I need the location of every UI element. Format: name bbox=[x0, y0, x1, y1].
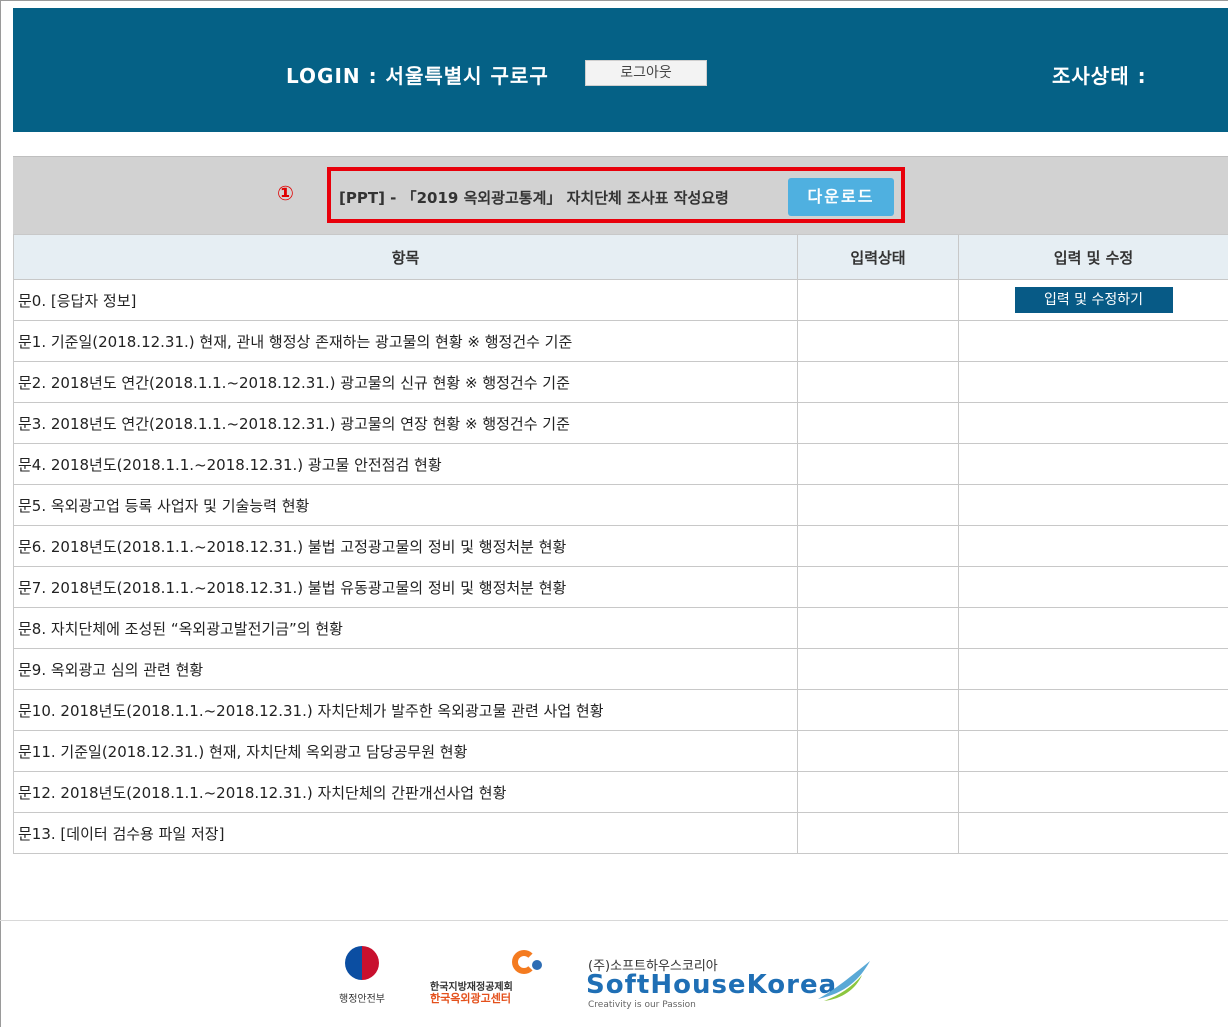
table-row: 문9. 옥외광고 심의 관련 현황 bbox=[13, 648, 1228, 690]
ppt-notice-text: [PPT] - 「2019 옥외광고통계」 자치단체 조사표 작성요령 bbox=[339, 189, 729, 207]
table-row: 문12. 2018년도(2018.1.1.~2018.12.31.) 자치단체의… bbox=[13, 771, 1228, 813]
row-action bbox=[958, 443, 1228, 485]
table-row: 문4. 2018년도(2018.1.1.~2018.12.31.) 광고물 안전… bbox=[13, 443, 1228, 485]
row-label: 문0. [응답자 정보] bbox=[13, 279, 798, 321]
row-label: 문9. 옥외광고 심의 관련 현황 bbox=[13, 648, 798, 690]
row-label: 문5. 옥외광고업 등록 사업자 및 기술능력 현황 bbox=[13, 484, 798, 526]
row-label: 문1. 기준일(2018.12.31.) 현재, 관내 행정상 존재하는 광고물… bbox=[13, 320, 798, 362]
header-item: 항목 bbox=[13, 234, 798, 280]
ministry-logo-caption: 행정안전부 bbox=[339, 994, 385, 1005]
advertising-center-line2: 한국옥외광고센터 bbox=[430, 992, 511, 1005]
footer-divider bbox=[0, 920, 1228, 921]
row-action: 입력 및 수정하기 bbox=[958, 279, 1228, 321]
notice-row: ① [PPT] - 「2019 옥외광고통계」 자치단체 조사표 작성요령 다운… bbox=[13, 156, 1228, 234]
row-status bbox=[797, 607, 959, 649]
row-label: 문11. 기준일(2018.12.31.) 현재, 자치단체 옥외광고 담당공무… bbox=[13, 730, 798, 772]
row-action bbox=[958, 525, 1228, 567]
row-label: 문3. 2018년도 연간(2018.1.1.~2018.12.31.) 광고물… bbox=[13, 402, 798, 444]
ministry-logo: 행정안전부 bbox=[332, 946, 392, 1016]
row-status bbox=[797, 566, 959, 608]
row-label: 문2. 2018년도 연간(2018.1.1.~2018.12.31.) 광고물… bbox=[13, 361, 798, 403]
row-status bbox=[797, 812, 959, 854]
row-label: 문10. 2018년도(2018.1.1.~2018.12.31.) 자치단체가… bbox=[13, 689, 798, 731]
row-label: 문13. [데이터 검수용 파일 저장] bbox=[13, 812, 798, 854]
row-action bbox=[958, 689, 1228, 731]
table-row: 문6. 2018년도(2018.1.1.~2018.12.31.) 불법 고정광… bbox=[13, 525, 1228, 567]
row-status bbox=[797, 361, 959, 403]
login-label: LOGIN : 서울특별시 구로구 bbox=[286, 64, 549, 88]
table-row: 문11. 기준일(2018.12.31.) 현재, 자치단체 옥외광고 담당공무… bbox=[13, 730, 1228, 772]
ministry-emblem-icon bbox=[345, 946, 379, 980]
row-action bbox=[958, 771, 1228, 813]
header-input-edit: 입력 및 수정 bbox=[958, 234, 1228, 280]
survey-table-section: ① [PPT] - 「2019 옥외광고통계」 자치단체 조사표 작성요령 다운… bbox=[13, 156, 1228, 854]
row-label: 문4. 2018년도(2018.1.1.~2018.12.31.) 광고물 안전… bbox=[13, 443, 798, 485]
table-row: 문5. 옥외광고업 등록 사업자 및 기술능력 현황 bbox=[13, 484, 1228, 526]
softhousekorea-slogan: Creativity is our Passion bbox=[588, 1000, 696, 1010]
row-status bbox=[797, 402, 959, 444]
row-action bbox=[958, 648, 1228, 690]
table-header-row: 항목 입력상태 입력 및 수정 bbox=[13, 234, 1228, 280]
header-input-status: 입력상태 bbox=[797, 234, 959, 280]
row-action bbox=[958, 566, 1228, 608]
row-status bbox=[797, 730, 959, 772]
advertising-center-dot-icon bbox=[532, 960, 542, 970]
table-row: 문7. 2018년도(2018.1.1.~2018.12.31.) 불법 유동광… bbox=[13, 566, 1228, 608]
table-row: 문8. 자치단체에 조성된 “옥외광고발전기금”의 현황 bbox=[13, 607, 1228, 649]
row-action bbox=[958, 607, 1228, 649]
advertising-center-logo: 한국지방재정공제회 한국옥외광고센터 bbox=[428, 946, 548, 1016]
table-row: 문0. [응답자 정보] 입력 및 수정하기 bbox=[13, 279, 1228, 321]
annotation-number: ① bbox=[277, 181, 294, 205]
logout-button[interactable]: 로그아웃 bbox=[585, 60, 707, 86]
download-button[interactable]: 다운로드 bbox=[788, 178, 894, 216]
row-status bbox=[797, 648, 959, 690]
edit-button[interactable]: 입력 및 수정하기 bbox=[1014, 287, 1173, 313]
row-action bbox=[958, 320, 1228, 362]
table-row: 문1. 기준일(2018.12.31.) 현재, 관내 행정상 존재하는 광고물… bbox=[13, 320, 1228, 362]
row-action bbox=[958, 402, 1228, 444]
row-label: 문12. 2018년도(2018.1.1.~2018.12.31.) 자치단체의… bbox=[13, 771, 798, 813]
table-row: 문10. 2018년도(2018.1.1.~2018.12.31.) 자치단체가… bbox=[13, 689, 1228, 731]
row-action bbox=[958, 812, 1228, 854]
softhousekorea-logo: (주)소프트하우스코리아 SoftHouseKorea Creativity i… bbox=[586, 955, 876, 1015]
row-label: 문7. 2018년도(2018.1.1.~2018.12.31.) 불법 유동광… bbox=[13, 566, 798, 608]
survey-items-table: 항목 입력상태 입력 및 수정 문0. [응답자 정보] 입력 및 수정하기 문… bbox=[13, 234, 1228, 854]
row-status bbox=[797, 320, 959, 362]
table-row: 문2. 2018년도 연간(2018.1.1.~2018.12.31.) 광고물… bbox=[13, 361, 1228, 403]
row-label: 문6. 2018년도(2018.1.1.~2018.12.31.) 불법 고정광… bbox=[13, 525, 798, 567]
row-status bbox=[797, 771, 959, 813]
row-status bbox=[797, 689, 959, 731]
row-action bbox=[958, 730, 1228, 772]
row-action bbox=[958, 484, 1228, 526]
row-label: 문8. 자치단체에 조성된 “옥외광고발전기금”의 현황 bbox=[13, 607, 798, 649]
survey-status-label: 조사상태 : bbox=[1052, 64, 1147, 88]
row-status bbox=[797, 279, 959, 321]
row-action bbox=[958, 361, 1228, 403]
table-row: 문13. [데이터 검수용 파일 저장] bbox=[13, 812, 1228, 854]
row-status bbox=[797, 525, 959, 567]
row-status bbox=[797, 484, 959, 526]
leaf-icon bbox=[818, 961, 870, 1001]
table-row: 문3. 2018년도 연간(2018.1.1.~2018.12.31.) 광고물… bbox=[13, 402, 1228, 444]
header-bar: LOGIN : 서울특별시 구로구 로그아웃 조사상태 : bbox=[13, 8, 1228, 132]
row-status bbox=[797, 443, 959, 485]
softhousekorea-wordmark: SoftHouseKorea bbox=[586, 970, 838, 1000]
